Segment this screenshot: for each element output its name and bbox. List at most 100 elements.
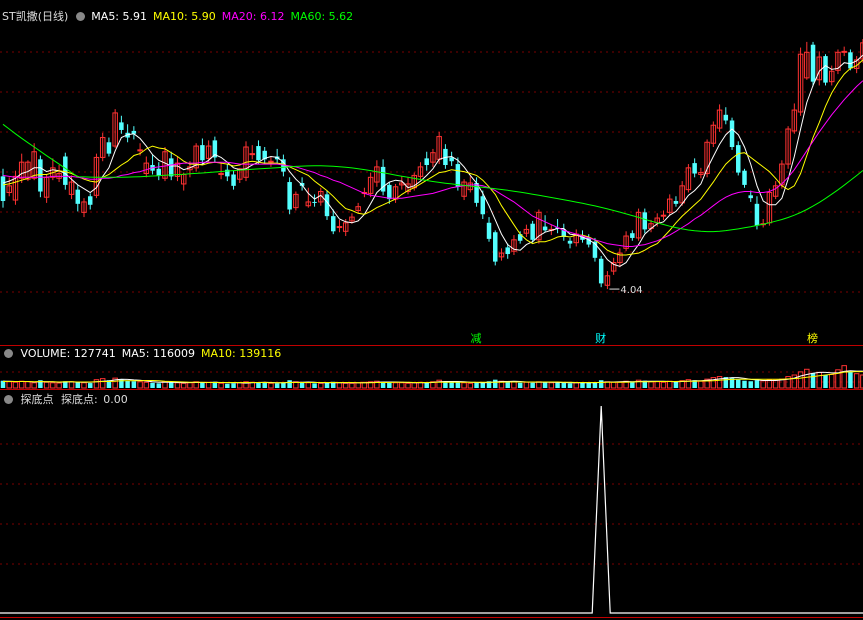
candle-body	[168, 158, 174, 177]
volume-bar	[75, 382, 81, 388]
candle-body	[630, 233, 635, 238]
volume-bar	[274, 383, 280, 388]
candle-body	[75, 189, 81, 204]
volume-bar	[237, 382, 243, 389]
candle-body	[748, 195, 753, 199]
candle-body	[119, 122, 124, 130]
volume-bar	[660, 381, 667, 389]
volume-bar	[561, 382, 567, 388]
volume-bar	[262, 382, 267, 388]
volume-bar	[493, 379, 498, 388]
volume-bar	[530, 382, 535, 388]
volume-bar	[673, 381, 679, 388]
volume-bar	[411, 382, 417, 389]
ma-legend-item: MA60: 5.62	[290, 10, 354, 23]
volume-bar	[156, 383, 162, 388]
volume-bar	[87, 383, 93, 388]
volume-bar	[25, 381, 31, 389]
candle-body	[324, 194, 330, 217]
stock-chart: 6.94.04减财榜	[0, 39, 863, 618]
ma-legend-item: MA20: 6.12	[221, 10, 285, 23]
volume-bar	[772, 379, 779, 389]
candle-body	[256, 146, 261, 161]
volume-bar	[580, 382, 585, 388]
candle-body	[424, 158, 429, 166]
event-marker: 榜	[807, 331, 818, 345]
candle-body	[249, 153, 255, 156]
volume-bar	[225, 383, 230, 388]
volume-bar	[18, 380, 25, 389]
candle-body	[493, 232, 498, 262]
volume-bar	[810, 373, 816, 388]
candle-body	[455, 164, 461, 187]
volume-bar	[137, 381, 143, 389]
volume-bar	[617, 381, 623, 389]
volume-bar	[797, 371, 804, 389]
candle-body	[38, 159, 43, 192]
volume-bar	[392, 382, 399, 389]
volume-bar	[523, 381, 530, 389]
event-marker: 财	[595, 331, 606, 345]
candle-body	[287, 182, 292, 210]
candle-body	[848, 52, 853, 69]
low-label: 4.04	[620, 285, 642, 296]
volume-bar	[31, 382, 37, 389]
volume-bar	[125, 380, 130, 388]
volume-bar	[586, 382, 591, 388]
volume-bar	[630, 381, 635, 388]
candle-body	[63, 156, 68, 185]
candle-body	[156, 168, 162, 176]
candle-body	[729, 120, 735, 148]
volume-bar	[387, 382, 392, 388]
candle-body	[87, 196, 93, 205]
volume-bar	[823, 375, 828, 388]
volume-bar	[287, 380, 292, 388]
volume-bar	[305, 382, 312, 389]
indicator-legend: 探底点 探底点: 0.00	[0, 391, 128, 406]
volume-bar	[281, 382, 286, 388]
candle-body	[0, 176, 6, 201]
candle-body	[106, 142, 112, 154]
volume-bar	[573, 382, 579, 389]
candle-body	[754, 203, 760, 226]
volume-bar	[180, 382, 187, 389]
candle-body	[660, 214, 667, 217]
volume-bar	[299, 382, 305, 388]
volume-bar	[131, 381, 137, 388]
volume-bar	[754, 380, 760, 388]
candle-body	[841, 50, 847, 53]
volume-bar	[342, 382, 349, 389]
volume-bar	[150, 382, 155, 388]
candle-body	[200, 145, 205, 161]
volume-bar	[50, 382, 56, 389]
volume-bar	[56, 382, 62, 389]
volume-bar	[555, 382, 560, 388]
volume-bar	[480, 382, 486, 388]
volume-bar	[853, 373, 860, 389]
volume-bar	[748, 381, 753, 388]
collapse-icon[interactable]	[75, 12, 85, 21]
volume-bar	[187, 382, 193, 389]
volume-bar	[449, 382, 454, 388]
volume-bar	[93, 379, 100, 389]
candle-body	[336, 226, 343, 229]
volume-legend-item: MA10: 139116	[200, 347, 282, 360]
candle-body	[218, 173, 224, 176]
indicator-name: 探底点	[20, 393, 54, 406]
collapse-icon[interactable]	[4, 349, 13, 358]
volume-bar	[268, 382, 274, 389]
volume-bar	[256, 382, 261, 388]
volume-bar	[43, 381, 50, 389]
volume-bar	[12, 381, 19, 389]
candle-body	[480, 196, 486, 215]
volume-bar	[336, 382, 343, 389]
candle-body	[823, 56, 828, 83]
volume-bar	[68, 381, 75, 389]
collapse-icon[interactable]	[4, 395, 13, 404]
volume-bar	[6, 381, 12, 389]
volume-bar	[143, 381, 150, 389]
candle-body	[567, 240, 573, 244]
volume-bar	[474, 382, 479, 388]
volume-bar	[99, 378, 106, 389]
candle-body	[742, 170, 747, 185]
